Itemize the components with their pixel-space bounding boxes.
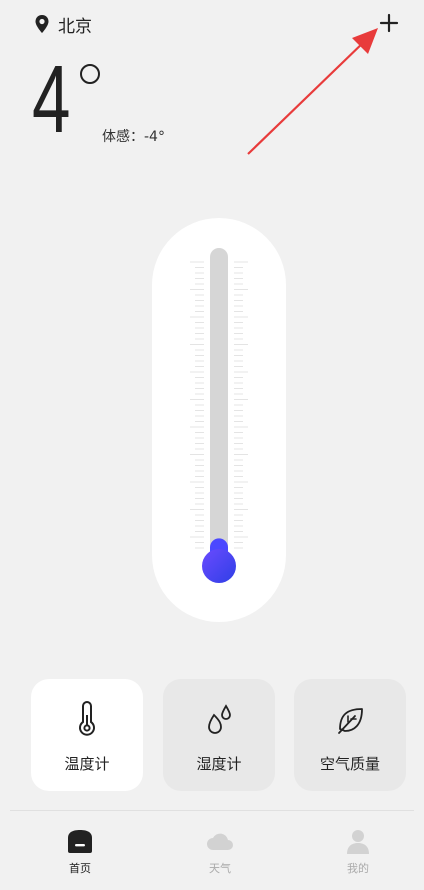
tile-label: 湿度计: [196, 754, 242, 773]
user-icon: [347, 830, 369, 854]
nav-item-weather[interactable]: 天气: [180, 828, 260, 876]
tile-hygrometer[interactable]: 湿度计: [163, 679, 275, 791]
location-selector[interactable]: 北京: [34, 12, 92, 37]
tile-thermometer[interactable]: 温度计: [31, 679, 143, 791]
thermometer-bulb: [202, 549, 236, 583]
thermometer-icon: [79, 700, 95, 736]
thermometer-tube: [210, 248, 228, 578]
nav-label: 我的: [347, 862, 369, 875]
nav-item-home[interactable]: 首页: [40, 828, 120, 876]
tile-air-quality[interactable]: 空气质量: [294, 679, 406, 791]
nav-item-me[interactable]: 我的: [318, 828, 398, 876]
tile-label: 温度计: [64, 754, 110, 773]
city-name: 北京: [58, 16, 92, 37]
annotation-arrow: [247, 28, 378, 155]
home-icon: [68, 830, 92, 853]
map-pin-icon: [35, 15, 49, 33]
tile-label: 空气质量: [319, 754, 380, 773]
current-temperature: 4: [32, 46, 71, 153]
feels-like-text: 体感：-4°: [102, 129, 165, 145]
leaf-icon: [338, 707, 363, 734]
thermometer-gauge: [190, 248, 248, 583]
cloud-icon: [207, 833, 233, 850]
nav-label: 首页: [69, 862, 91, 875]
nav-divider: [10, 810, 414, 811]
water-drops-icon: [208, 703, 231, 734]
nav-label: 天气: [209, 862, 231, 875]
degree-symbol: [80, 64, 100, 84]
